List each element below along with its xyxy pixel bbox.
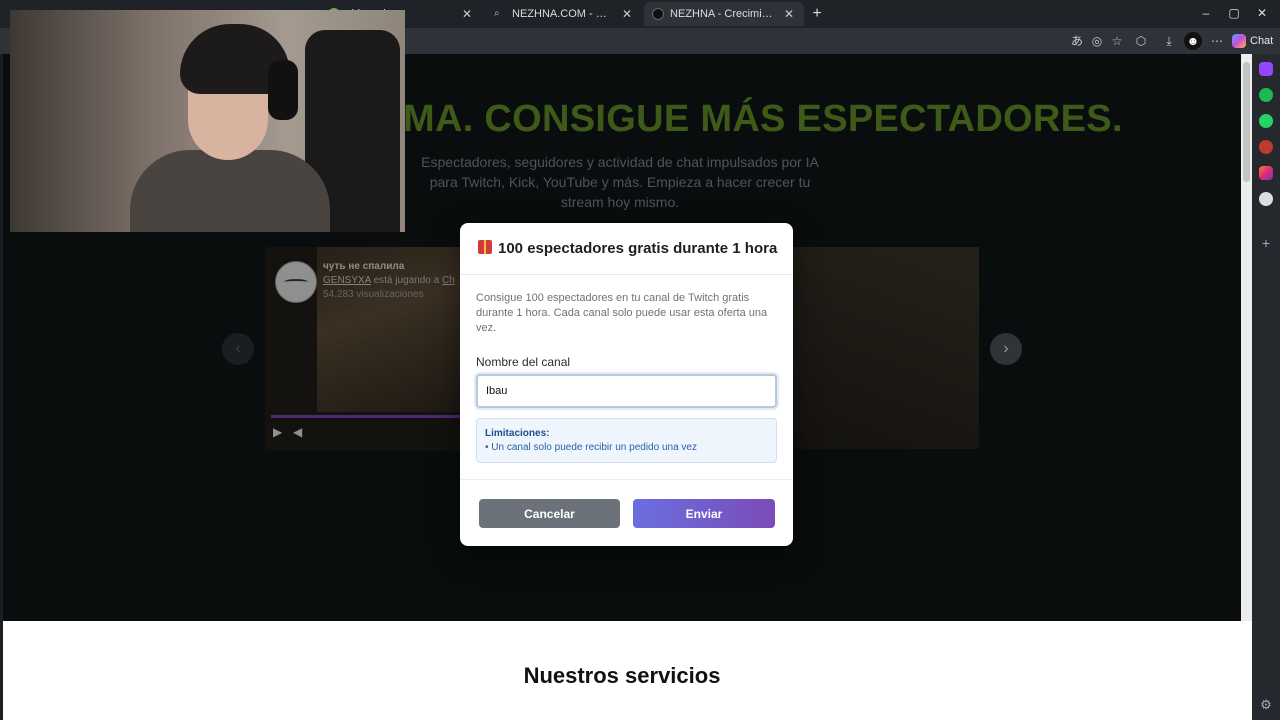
channel-name-label: Nombre del canal [476,355,571,369]
add-sidebar-app-icon[interactable]: + [1259,236,1273,250]
modal-title: 100 espectadores gratis durante 1 hora [498,240,778,257]
translate-icon[interactable]: あ [1068,32,1086,50]
modal-divider [460,479,793,480]
close-tab-icon[interactable]: ✕ [782,7,796,21]
limitations-item: • Un canal solo puede recibir un pedido … [485,442,697,453]
tracking-icon[interactable]: ◎ [1088,32,1106,50]
extensions-icon[interactable]: ⬡ [1132,32,1150,50]
sidebar-settings-gear-icon[interactable]: ⚙ [1259,698,1273,712]
twitch-icon[interactable] [1259,62,1273,76]
services-section: Nuestros servicios [3,621,1241,720]
spotify-icon[interactable] [1259,88,1273,102]
limitations-title: Limitaciones: [485,428,550,439]
cancel-button[interactable]: Cancelar [479,499,620,528]
chatgpt-icon[interactable] [1259,192,1273,206]
instagram-icon[interactable] [1259,166,1273,180]
tab-nezhna[interactable]: NEZHNA - Crecimiento en directo ✕ [644,2,804,26]
favorite-star-icon[interactable]: ☆ [1108,32,1126,50]
copilot-icon [1232,34,1246,48]
close-tab-icon[interactable]: ✕ [620,7,634,21]
browser-sidebar: + ⚙ [1252,54,1280,720]
close-tab-icon[interactable]: ✕ [460,7,474,21]
headset [268,60,298,120]
nezhna-favicon-icon [652,8,664,20]
send-button[interactable]: Enviar [633,499,775,528]
whatsapp-icon[interactable] [1259,114,1273,128]
streamer-shirt [130,150,330,232]
gift-icon [478,240,492,254]
free-viewers-modal: 100 espectadores gratis durante 1 hora C… [460,223,793,546]
services-heading: Nuestros servicios [523,663,721,688]
channel-name-input[interactable] [476,374,777,408]
close-window-button[interactable]: ✕ [1250,4,1274,22]
downloads-icon[interactable]: ⤓ [1160,32,1178,50]
maximize-button[interactable]: ▢ [1222,4,1246,22]
search-icon: ⌕ [494,8,500,19]
modal-description: Consigue 100 espectadores en tu canal de… [476,292,768,334]
modal-header: 100 espectadores gratis durante 1 hora [460,223,793,275]
more-menu-icon[interactable]: ⋯ [1208,32,1226,50]
tab-search[interactable]: ⌕ NEZHNA.COM - Búsqueda ✕ [486,2,642,26]
profile-avatar-icon[interactable]: ☻ [1184,32,1202,50]
limitations-box: Limitaciones: • Un canal solo puede reci… [476,418,777,463]
minimize-button[interactable]: – [1194,4,1218,22]
page-scrollbar-thumb[interactable] [1243,62,1250,182]
copilot-chat-button[interactable]: Chat [1232,31,1273,51]
app-icon[interactable] [1259,140,1273,154]
new-tab-button[interactable]: + [808,5,826,23]
webcam-overlay [10,10,405,232]
